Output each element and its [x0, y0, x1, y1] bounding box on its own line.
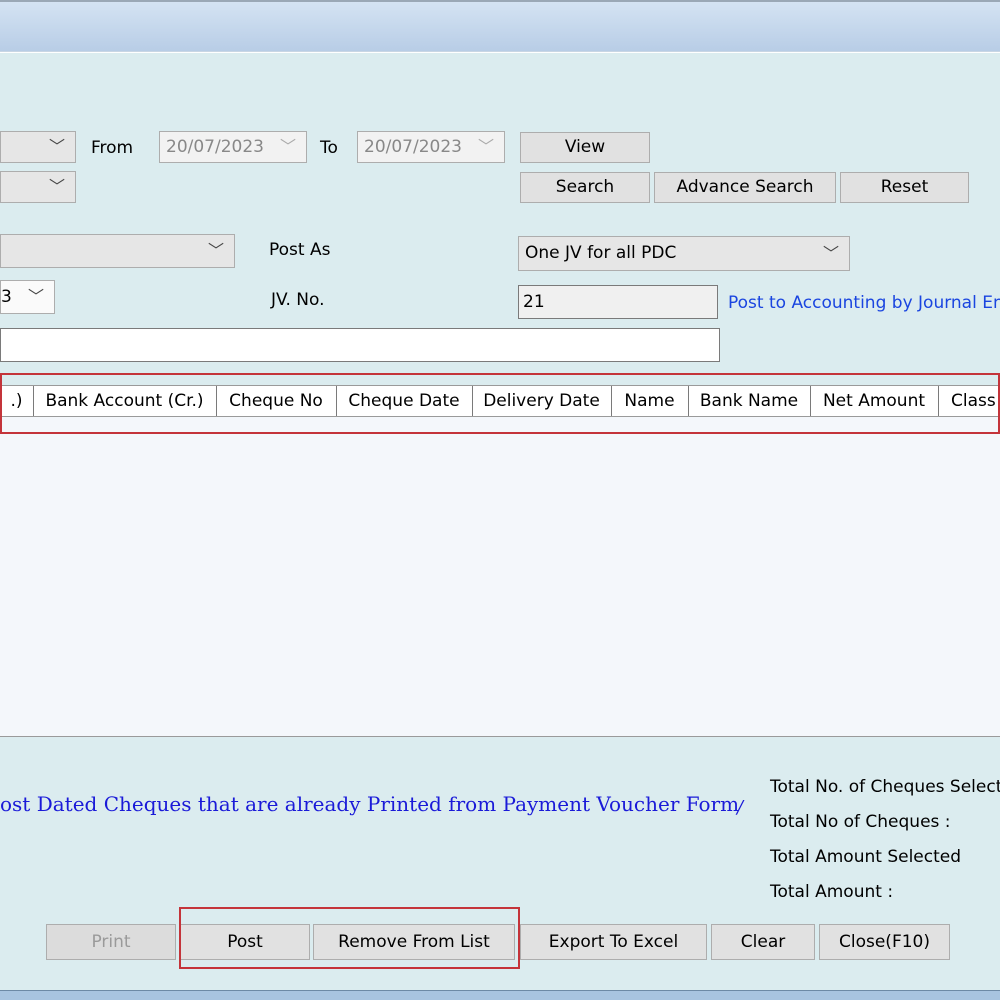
jv-no-field[interactable]: 21	[518, 285, 718, 319]
clear-button[interactable]: Clear	[711, 924, 815, 960]
filter-combo-4-value: 3	[1, 287, 12, 307]
chevron-down-icon: ﹀	[27, 287, 44, 306]
chevron-down-icon: ﹀	[477, 137, 494, 156]
close-button[interactable]: Close(F10)	[819, 924, 950, 960]
remarks-field[interactable]	[0, 328, 720, 362]
jv-no-value: 21	[523, 292, 545, 312]
message-link[interactable]: /	[737, 793, 743, 823]
window-bottom-border	[0, 990, 1000, 1000]
printed-cheques-message: ost Dated Cheques that are already Print…	[0, 792, 740, 816]
post-as-label: Post As	[269, 240, 331, 260]
jv-no-label: JV. No.	[271, 290, 325, 310]
post-buttons-highlight	[179, 907, 520, 969]
total-amount-selected-label: Total Amount Selected	[770, 847, 962, 867]
cheque-grid-body[interactable]	[0, 385, 1000, 737]
from-date-picker[interactable]: 20/07/2023 ﹀	[159, 131, 307, 163]
from-label: From	[91, 138, 134, 158]
chevron-down-icon: ﹀	[48, 137, 65, 156]
filter-combo-4[interactable]: 3 ﹀	[0, 280, 55, 314]
total-cheques-label: Total No of Cheques :	[770, 812, 951, 832]
filter-combo-3[interactable]: ﹀	[0, 234, 235, 268]
post-to-accounting-link[interactable]: Post to Accounting by Journal Ent	[728, 289, 1000, 317]
reset-button[interactable]: Reset	[840, 172, 969, 203]
to-label: To	[320, 138, 338, 158]
search-button[interactable]: Search	[520, 172, 650, 203]
total-selected-label: Total No. of Cheques Select	[770, 777, 1000, 797]
from-date-value: 20/07/2023	[166, 137, 264, 157]
post-as-select[interactable]: One JV for all PDC ﹀	[518, 236, 850, 271]
to-date-value: 20/07/2023	[364, 137, 462, 157]
grid-header-highlight	[0, 373, 1000, 434]
export-to-excel-button[interactable]: Export To Excel	[520, 924, 707, 960]
filter-combo-2[interactable]: ﹀	[0, 171, 76, 203]
view-button[interactable]: View	[520, 132, 650, 163]
print-button[interactable]: Print	[46, 924, 176, 960]
chevron-down-icon: ﹀	[822, 244, 839, 263]
total-amount-label: Total Amount :	[770, 882, 894, 902]
window-title-bar	[0, 0, 1000, 52]
post-as-value: One JV for all PDC	[525, 243, 677, 263]
chevron-down-icon: ﹀	[207, 241, 224, 260]
filter-combo-1[interactable]: ﹀	[0, 131, 76, 163]
chevron-down-icon: ﹀	[48, 177, 65, 196]
chevron-down-icon: ﹀	[279, 137, 296, 156]
to-date-picker[interactable]: 20/07/2023 ﹀	[357, 131, 505, 163]
advance-search-button[interactable]: Advance Search	[654, 172, 836, 203]
